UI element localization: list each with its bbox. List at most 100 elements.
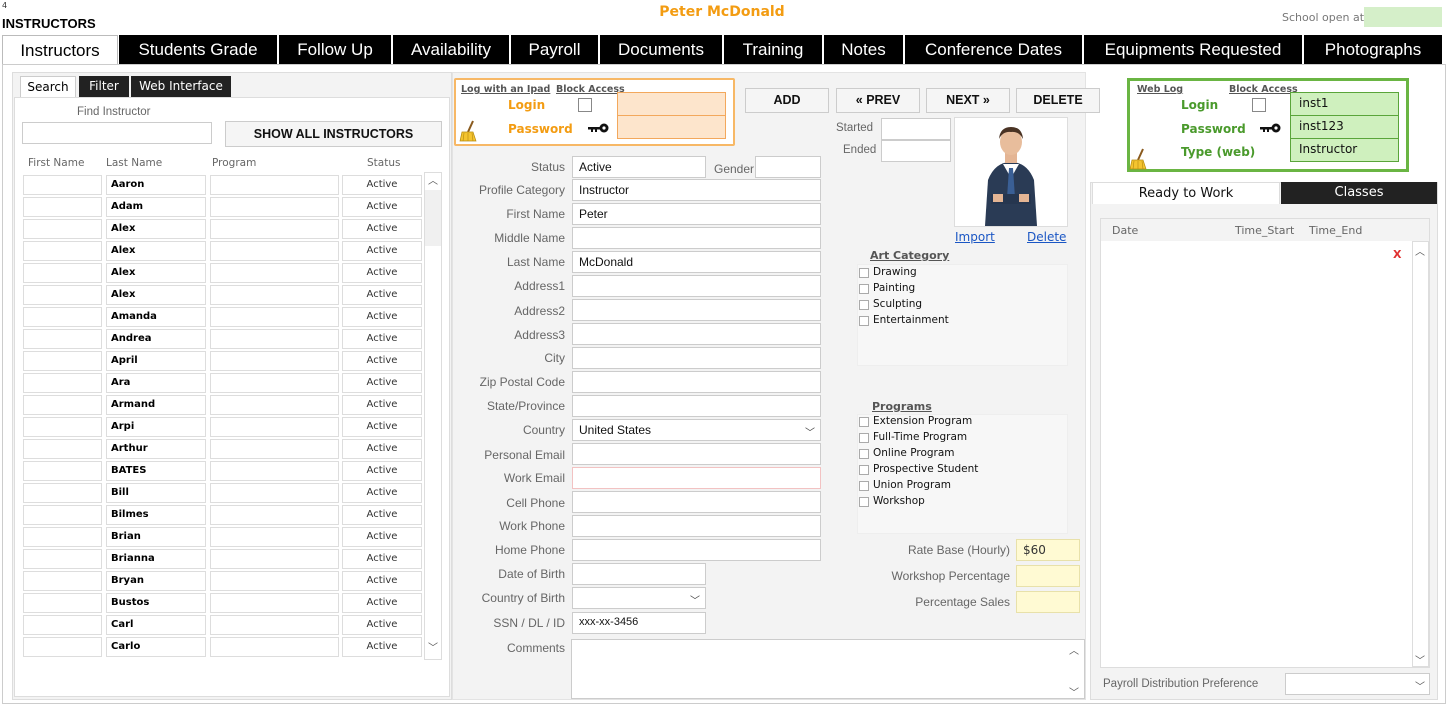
row-status-cell[interactable]: Active — [342, 307, 422, 327]
row-first-name-cell[interactable] — [23, 373, 102, 393]
country-of-birth-select[interactable] — [572, 587, 706, 609]
web-login-input[interactable]: inst1 — [1290, 92, 1399, 116]
ready-scroll-up-icon[interactable]: ︿ — [1415, 243, 1425, 258]
art-category-item-checkbox[interactable] — [859, 284, 869, 294]
row-last-name-cell[interactable]: Andrea — [106, 329, 206, 349]
rate-base-field[interactable]: $60 — [1016, 539, 1080, 561]
tab-notes[interactable]: Notes — [824, 35, 903, 65]
row-last-name-cell[interactable]: Aaron — [106, 175, 206, 195]
tab-payroll[interactable]: Payroll — [511, 35, 598, 65]
web-broom-icon[interactable] — [1129, 148, 1149, 170]
art-category-item-checkbox[interactable] — [859, 300, 869, 310]
web-password-input[interactable]: inst123 — [1290, 115, 1399, 139]
web-type-select[interactable]: Instructor — [1290, 138, 1399, 162]
percentage-sales-field[interactable] — [1016, 591, 1080, 613]
row-program-cell[interactable] — [210, 417, 339, 437]
tab-conference-dates[interactable]: Conference Dates — [905, 35, 1082, 65]
row-status-cell[interactable]: Active — [342, 505, 422, 525]
art-category-item-checkbox[interactable] — [859, 316, 869, 326]
country-select[interactable]: United States — [572, 419, 821, 441]
delete-button[interactable]: DELETE — [1016, 88, 1100, 113]
row-last-name-cell[interactable]: Bilmes — [106, 505, 206, 525]
row-last-name-cell[interactable]: Alex — [106, 285, 206, 305]
row-status-cell[interactable]: Active — [342, 241, 422, 261]
row-first-name-cell[interactable] — [23, 505, 102, 525]
row-last-name-cell[interactable]: Brianna — [106, 549, 206, 569]
add-button[interactable]: ADD — [745, 88, 829, 113]
row-program-cell[interactable] — [210, 197, 339, 217]
work-phone-field[interactable] — [572, 515, 821, 537]
country-chevron-down-icon[interactable]: ﹀ — [805, 424, 815, 439]
personal-email-field[interactable] — [572, 443, 821, 465]
row-status-cell[interactable]: Active — [342, 329, 422, 349]
profile-category-field[interactable]: Instructor — [572, 179, 821, 201]
photo-delete-link[interactable]: Delete — [1027, 230, 1066, 244]
row-program-cell[interactable] — [210, 527, 339, 547]
find-instructor-input[interactable] — [22, 122, 212, 144]
row-first-name-cell[interactable] — [23, 219, 102, 239]
row-status-cell[interactable]: Active — [342, 263, 422, 283]
row-last-name-cell[interactable]: Bill — [106, 483, 206, 503]
row-status-cell[interactable]: Active — [342, 439, 422, 459]
row-first-name-cell[interactable] — [23, 263, 102, 283]
ssn-field[interactable]: xxx-xx-3456 — [572, 612, 706, 634]
row-status-cell[interactable]: Active — [342, 395, 422, 415]
row-status-cell[interactable]: Active — [342, 483, 422, 503]
web-block-checkbox[interactable] — [1252, 98, 1266, 112]
row-program-cell[interactable] — [210, 549, 339, 569]
row-first-name-cell[interactable] — [23, 307, 102, 327]
ipad-block-checkbox[interactable] — [578, 98, 592, 112]
address3-field[interactable] — [572, 323, 821, 345]
row-program-cell[interactable] — [210, 395, 339, 415]
middle-name-field[interactable] — [572, 227, 821, 249]
row-program-cell[interactable] — [210, 241, 339, 261]
school-open-field[interactable] — [1364, 7, 1442, 27]
prev-button[interactable]: « PREV — [836, 88, 920, 113]
row-last-name-cell[interactable]: Bryan — [106, 571, 206, 591]
row-last-name-cell[interactable]: Alex — [106, 241, 206, 261]
program-item-checkbox[interactable] — [859, 497, 869, 507]
program-item-checkbox[interactable] — [859, 481, 869, 491]
row-program-cell[interactable] — [210, 483, 339, 503]
web-log-link[interactable]: Web Log — [1137, 84, 1183, 95]
row-status-cell[interactable]: Active — [342, 593, 422, 613]
row-program-cell[interactable] — [210, 175, 339, 195]
ended-field[interactable] — [881, 140, 951, 162]
row-last-name-cell[interactable]: Carlo — [106, 637, 206, 657]
program-item-checkbox[interactable] — [859, 433, 869, 443]
row-program-cell[interactable] — [210, 615, 339, 635]
row-program-cell[interactable] — [210, 593, 339, 613]
cob-chevron-down-icon[interactable]: ﹀ — [690, 592, 700, 607]
tab-equipments-requested[interactable]: Equipments Requested — [1084, 35, 1302, 65]
payroll-chevron-down-icon[interactable]: ﹀ — [1415, 678, 1425, 693]
address2-field[interactable] — [572, 299, 821, 321]
comments-scroll-up-icon[interactable]: ︿ — [1069, 642, 1079, 657]
row-last-name-cell[interactable]: Adam — [106, 197, 206, 217]
row-status-cell[interactable]: Active — [342, 373, 422, 393]
tab-training[interactable]: Training — [724, 35, 822, 65]
program-item-checkbox[interactable] — [859, 417, 869, 427]
row-program-cell[interactable] — [210, 351, 339, 371]
row-first-name-cell[interactable] — [23, 395, 102, 415]
photo-import-link[interactable]: Import — [955, 230, 995, 244]
ready-grid-scrollbar[interactable] — [1412, 241, 1429, 667]
ipad-login-input[interactable] — [617, 92, 726, 116]
row-first-name-cell[interactable] — [23, 593, 102, 613]
tab-students-grade[interactable]: Students Grade — [119, 35, 277, 65]
row-status-cell[interactable]: Active — [342, 219, 422, 239]
row-first-name-cell[interactable] — [23, 527, 102, 547]
subtab-search[interactable]: Search — [20, 76, 76, 98]
row-first-name-cell[interactable] — [23, 615, 102, 635]
ready-scroll-down-icon[interactable]: ﹀ — [1415, 652, 1425, 667]
row-first-name-cell[interactable] — [23, 637, 102, 657]
ipad-password-input[interactable] — [617, 115, 726, 139]
row-program-cell[interactable] — [210, 439, 339, 459]
gender-field[interactable] — [755, 156, 821, 178]
next-button[interactable]: NEXT » — [926, 88, 1010, 113]
last-name-field[interactable]: McDonald — [572, 251, 821, 273]
row-program-cell[interactable] — [210, 219, 339, 239]
cell-phone-field[interactable] — [572, 491, 821, 513]
row-program-cell[interactable] — [210, 505, 339, 525]
row-program-cell[interactable] — [210, 307, 339, 327]
started-field[interactable] — [881, 118, 951, 140]
